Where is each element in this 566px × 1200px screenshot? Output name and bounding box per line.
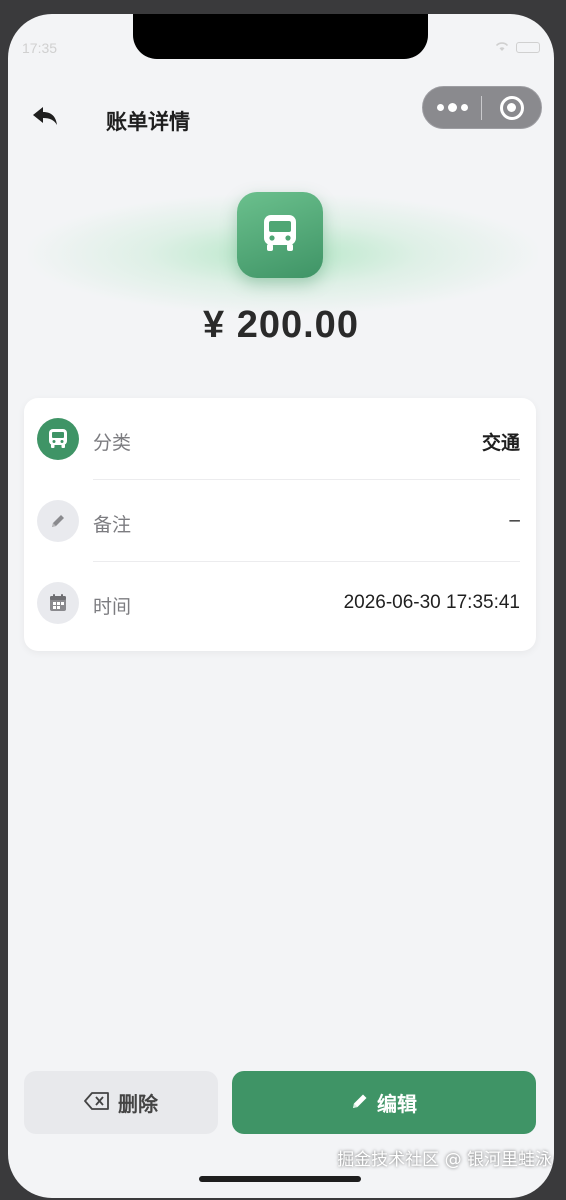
watermark: 掘金技术社区 @ 银河里蛙泳 [337, 1150, 552, 1170]
detail-row-time: 时间 2026-06-30 17:35:41 [24, 562, 536, 644]
detail-row-category: 分类 交通 [24, 398, 536, 480]
back-arrow-icon[interactable] [30, 102, 62, 132]
row-label: 分类 [93, 432, 132, 454]
page-title: 账单详情 [106, 110, 190, 134]
status-time: 17:35 [22, 40, 58, 56]
amount-value: ¥ 200.00 [203, 304, 359, 346]
status-indicators [494, 40, 540, 55]
phone-screen: 17:35 账单详情 ¥ 200.00 分类 交通 备注 – 时间 2026-0… [8, 14, 554, 1198]
category-tile [237, 192, 323, 278]
bus-icon [37, 418, 79, 460]
row-value: – [509, 510, 520, 531]
delete-button[interactable]: 删除 [24, 1071, 218, 1134]
wifi-icon [494, 40, 510, 55]
target-ring-icon[interactable] [482, 95, 541, 120]
pencil-icon [37, 500, 79, 542]
detail-card: 分类 交通 备注 – 时间 2026-06-30 17:35:41 [24, 398, 536, 651]
amount-hero: ¥ 200.00 [8, 154, 554, 384]
notch [133, 14, 428, 59]
backspace-icon [84, 1091, 110, 1115]
mini-program-capsule [422, 86, 542, 129]
row-value: 2026-06-30 17:35:41 [343, 592, 520, 613]
home-indicator [199, 1176, 361, 1182]
edit-button[interactable]: 编辑 [232, 1071, 536, 1134]
detail-row-note: 备注 – [24, 480, 536, 562]
pencil-icon [351, 1091, 369, 1115]
delete-label: 删除 [118, 1092, 158, 1116]
more-dots-icon[interactable] [423, 87, 481, 128]
battery-icon [516, 42, 540, 53]
row-value: 交通 [481, 432, 520, 454]
edit-label: 编辑 [377, 1092, 417, 1116]
calendar-icon [37, 582, 79, 624]
bus-icon [261, 213, 299, 258]
row-label: 时间 [93, 596, 132, 618]
row-label: 备注 [93, 514, 132, 536]
